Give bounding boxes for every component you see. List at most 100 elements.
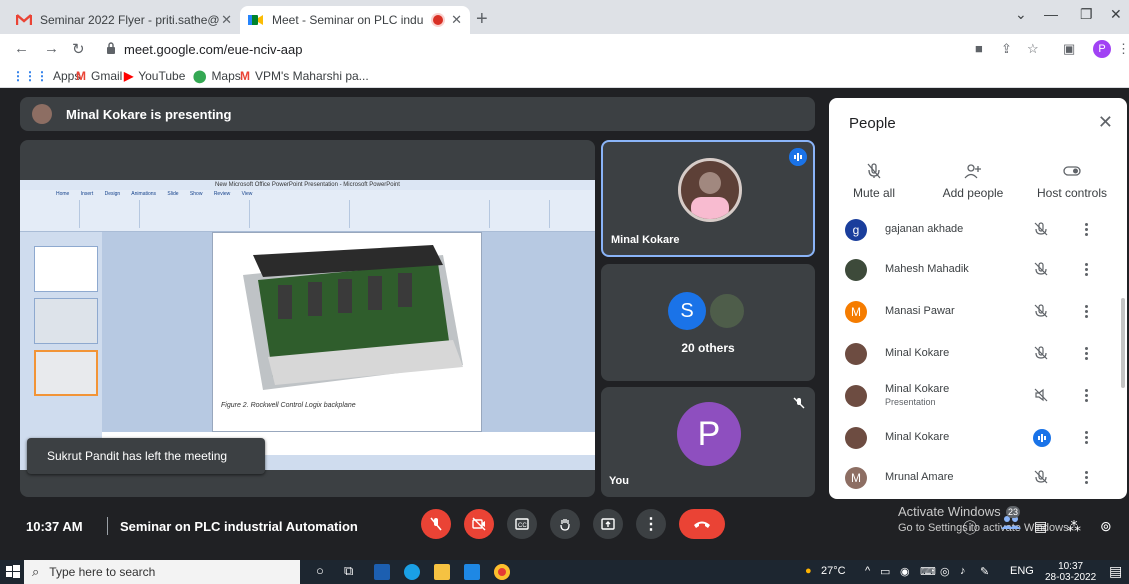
more-options-button[interactable]: ⋮	[636, 509, 666, 539]
network-icon[interactable]: ◉	[900, 565, 910, 578]
camera-toggle-button[interactable]	[464, 509, 494, 539]
list-item[interactable]: Minal Kokare	[829, 334, 1127, 374]
participant-name: Mahesh Mahadik	[885, 263, 969, 275]
hand-icon	[560, 519, 570, 531]
more-vert-icon[interactable]	[1085, 221, 1089, 238]
profile-avatar[interactable]: P	[1093, 40, 1111, 58]
taskbar-search-box[interactable]: ⌕ Type here to search	[24, 560, 300, 584]
speaking-indicator-icon[interactable]	[1033, 429, 1051, 447]
volume-icon[interactable]: ♪	[960, 565, 966, 577]
lock-icon[interactable]	[106, 42, 116, 54]
url-field[interactable]: meet.google.com/eue-nciv-aap	[124, 42, 303, 57]
pen-icon[interactable]: ✎	[980, 565, 989, 578]
chat-icon[interactable]: ▤	[1034, 518, 1047, 535]
bookmark-vpm[interactable]: M VPM's Maharshi pa...	[240, 69, 369, 83]
mail-icon[interactable]	[464, 564, 480, 580]
file-explorer-icon[interactable]	[434, 564, 450, 580]
participant-tile-minal[interactable]: Minal Kokare	[601, 140, 815, 257]
mic-off-icon[interactable]	[1033, 469, 1049, 485]
toggle-icon	[1063, 166, 1081, 176]
task-view-icon[interactable]: ⧉	[344, 563, 353, 579]
participant-avatar	[845, 427, 867, 449]
mute-all-button[interactable]: Mute all	[829, 160, 919, 200]
close-tab-icon[interactable]: ✕	[221, 12, 232, 28]
globe-icon[interactable]: ◎	[940, 565, 950, 578]
notifications-icon[interactable]: ▤	[1109, 563, 1122, 580]
list-item[interactable]: Minal Kokare Presentation	[829, 376, 1127, 416]
chrome-icon[interactable]	[494, 564, 510, 580]
presenting-text: Minal Kokare is presenting	[66, 106, 232, 122]
more-vert-icon[interactable]	[1085, 345, 1089, 362]
leave-call-button[interactable]	[679, 509, 725, 539]
host-controls-lock-icon[interactable]: ⊚	[1100, 518, 1112, 535]
keyboard-icon[interactable]: ⌨	[920, 565, 936, 578]
captions-button[interactable]: CC	[507, 509, 537, 539]
tab-search-icon[interactable]: ⌄	[1015, 6, 1027, 23]
camera-in-use-icon[interactable]: ■	[975, 41, 983, 56]
list-item[interactable]: M Manasi Pawar	[829, 292, 1127, 332]
scrollbar[interactable]	[1121, 298, 1125, 388]
tab-meet[interactable]: Meet - Seminar on PLC indu ✕	[240, 6, 470, 34]
ribbon-group-editing	[490, 200, 550, 228]
bookmark-maps[interactable]: ⬤ Maps	[193, 69, 241, 83]
list-item[interactable]: g gajanan akhade	[829, 210, 1127, 250]
weather-temp[interactable]: 27°C	[821, 565, 846, 577]
ppt-title-bar: New Microsoft Office PowerPoint Presenta…	[20, 180, 595, 190]
mic-toggle-button[interactable]	[421, 509, 451, 539]
audio-off-icon[interactable]	[1033, 387, 1049, 403]
list-item[interactable]: Mahesh Mahadik	[829, 250, 1127, 290]
restore-button[interactable]: ❐	[1080, 6, 1093, 23]
close-tab-icon[interactable]: ✕	[451, 12, 462, 28]
tray-chevron-icon[interactable]: ^	[865, 565, 870, 577]
list-item[interactable]: M Mrunal Amare	[829, 458, 1127, 498]
close-window-button[interactable]: ✕	[1110, 6, 1122, 23]
battery-icon[interactable]: ▭	[880, 565, 890, 578]
menu-icon[interactable]: ⋮	[1117, 41, 1129, 57]
more-vert-icon[interactable]	[1085, 469, 1089, 486]
presentation-tile[interactable]: New Microsoft Office PowerPoint Presenta…	[20, 140, 595, 497]
more-vert-icon[interactable]	[1085, 261, 1089, 278]
people-panel: People ✕ Mute all Add people Host contro…	[829, 98, 1127, 499]
participant-avatar	[845, 385, 867, 407]
tab-seminar-flyer[interactable]: Seminar 2022 Flyer - priti.sathe@ ✕	[8, 6, 240, 34]
side-panel-icon[interactable]: ▣	[1063, 41, 1075, 57]
participant-tile-you[interactable]: P You	[601, 387, 815, 497]
store-icon[interactable]	[374, 564, 390, 580]
more-vert-icon[interactable]	[1085, 387, 1089, 404]
present-now-button[interactable]	[593, 509, 623, 539]
new-tab-button[interactable]: +	[476, 8, 488, 31]
share-icon[interactable]: ⇪	[1001, 41, 1012, 57]
gmail-icon: M	[240, 69, 250, 83]
mic-off-icon[interactable]	[1033, 345, 1049, 361]
language-indicator[interactable]: ENG	[1010, 565, 1034, 577]
windows-start-icon[interactable]	[5, 564, 21, 580]
meeting-time: 10:37 AM	[26, 519, 83, 534]
host-controls-button[interactable]: Host controls	[1027, 160, 1117, 200]
reload-icon[interactable]: ↻	[72, 40, 85, 58]
raise-hand-button[interactable]	[550, 509, 580, 539]
taskbar-clock[interactable]: 10:37 28-03-2022	[1045, 561, 1096, 583]
activities-icon[interactable]: ⁂	[1067, 518, 1081, 535]
bookmark-star-icon[interactable]: ☆	[1027, 41, 1039, 57]
weather-icon[interactable]: ●	[805, 565, 812, 577]
speaking-indicator-icon	[789, 148, 807, 166]
back-icon[interactable]: ←	[14, 40, 29, 57]
forward-icon[interactable]: →	[44, 40, 59, 57]
bookmark-gmail[interactable]: M Gmail	[76, 69, 122, 83]
participant-avatar	[845, 343, 867, 365]
mic-off-icon[interactable]	[1033, 303, 1049, 319]
mic-off-icon[interactable]	[1033, 221, 1049, 237]
more-vert-icon[interactable]	[1085, 303, 1089, 320]
bookmark-apps[interactable]: ⋮⋮⋮ Apps	[12, 69, 80, 83]
bookmark-youtube[interactable]: ▶ YouTube	[124, 69, 185, 83]
mic-off-icon[interactable]	[1033, 261, 1049, 277]
minimize-button[interactable]: —	[1044, 6, 1058, 22]
meeting-details-icon[interactable]: ⓘ	[963, 518, 977, 538]
close-icon[interactable]: ✕	[1098, 112, 1113, 133]
add-people-button[interactable]: Add people	[928, 160, 1018, 200]
edge-icon[interactable]	[404, 564, 420, 580]
list-item[interactable]: Minal Kokare	[829, 418, 1127, 458]
participant-tile-others[interactable]: S 20 others	[601, 264, 815, 381]
more-vert-icon[interactable]	[1085, 429, 1089, 446]
cortana-icon[interactable]: ○	[316, 563, 324, 578]
